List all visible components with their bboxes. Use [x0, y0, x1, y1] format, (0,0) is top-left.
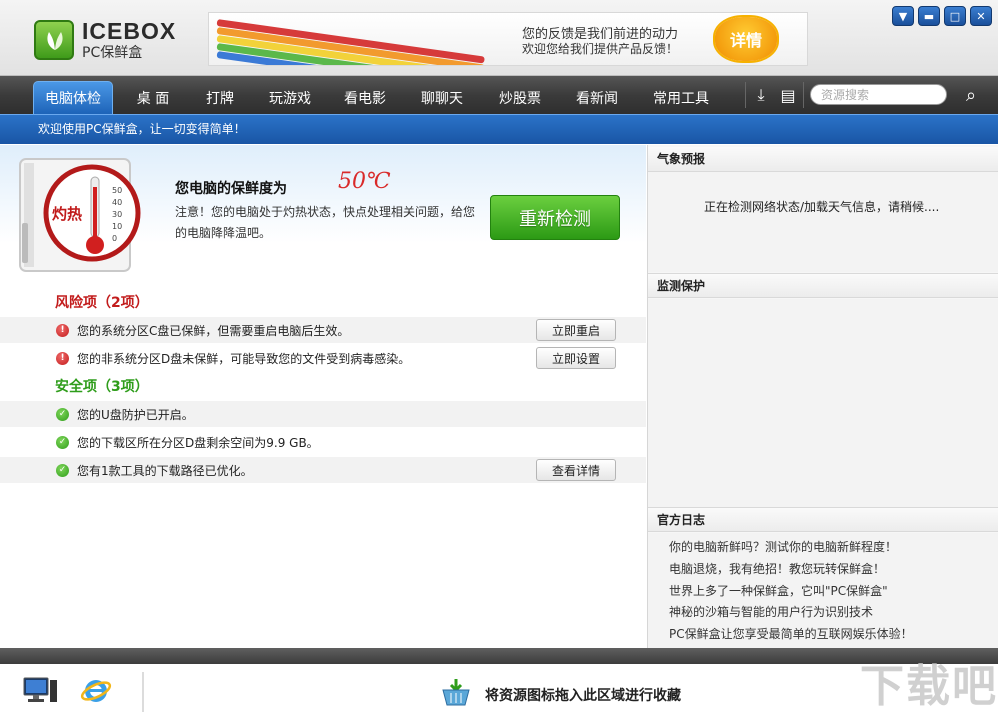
check-icon: ✓ — [56, 407, 69, 421]
detail-button[interactable]: 详情 — [715, 17, 777, 61]
warning-icon: ! — [56, 351, 69, 365]
log-title: 官方日志 — [648, 507, 998, 532]
safe-row: ✓ 您的下载区所在分区D盘剩余空间为9.9 GB。 — [0, 429, 646, 455]
side-panel: 气象预报 正在检测网络状态/加载天气信息，请稍候.... 监测保护 官方日志 你… — [647, 145, 998, 648]
weather-loading-text: 正在检测网络状态/加载天气信息，请稍候.... — [704, 200, 940, 214]
status-description: 注意！您的电脑处于灼热状态，快点处理相关问题，给您的电脑降降温吧。 — [175, 205, 476, 240]
watermark-logo: 下载吧 — [860, 661, 998, 712]
weather-body: 正在检测网络状态/加载天气信息，请稍候.... — [648, 172, 998, 272]
tab-desktop[interactable]: 桌 面 — [122, 81, 184, 114]
set-now-button[interactable]: 立即设置 — [536, 347, 616, 369]
log-link[interactable]: 电脑退烧，我有绝招！教您玩转保鲜盒！ — [669, 560, 885, 577]
tab-news[interactable]: 看新闻 — [565, 81, 629, 114]
internet-explorer-icon[interactable] — [80, 675, 112, 707]
tick-label: 40 — [112, 198, 123, 207]
fridge-thermometer-icon — [19, 158, 141, 272]
minimize-icon[interactable]: ▬ — [918, 6, 940, 26]
title-bar: ICEBOX PC保鲜盒 您的反馈是我们前进的动力 欢迎您给我们提供产品反馈！ … — [0, 0, 998, 76]
safe-section-title: 安全项（3项） — [55, 379, 149, 395]
temperature-value: 50℃ — [338, 169, 391, 194]
brand-subtitle: PC保鲜盒 — [82, 45, 143, 61]
safe-text: 您的下载区所在分区D盘剩余空间为9.9 GB。 — [77, 435, 319, 450]
tab-cards[interactable]: 打牌 — [192, 81, 248, 114]
dock-divider — [142, 672, 144, 712]
log-link[interactable]: 世界上多了一种保鲜盒，它叫"PC保鲜盒" — [669, 582, 888, 599]
dock-drop-hint: 将资源图标拖入此区域进行收藏 — [485, 688, 681, 704]
thermometer-scale: 50 40 30 10 0 — [112, 185, 122, 245]
recheck-button[interactable]: 重新检测 — [490, 195, 620, 240]
status-summary: 灼热 50 40 30 10 0 您电脑的保鲜度为 50℃ 注意！您的电脑处于灼… — [0, 145, 646, 285]
basket-icon — [442, 679, 470, 706]
feedback-banner[interactable]: 您的反馈是我们前进的动力 欢迎您给我们提供产品反馈！ 详情 — [208, 12, 808, 66]
bottom-divider-bar — [0, 648, 998, 664]
search-icon[interactable]: ⌕ — [956, 81, 986, 109]
tick-label: 50 — [112, 186, 123, 195]
safe-text: 您的U盘防护已开启。 — [77, 407, 194, 422]
maximize-icon[interactable]: □ — [944, 6, 966, 26]
log-link[interactable]: PC保鲜盒让您享受最简单的互联网娱乐体验！ — [669, 625, 913, 642]
banner-subline: 欢迎您给我们提供产品反馈！ — [522, 42, 679, 56]
tab-tools[interactable]: 常用工具 — [645, 81, 717, 114]
folder-icon[interactable]: ▤ — [775, 82, 801, 108]
tick-label: 0 — [112, 234, 118, 243]
tab-stocks[interactable]: 炒股票 — [488, 81, 552, 114]
monitor-title: 监测保护 — [648, 273, 998, 298]
brand-name: ICEBOX — [82, 18, 177, 44]
checkup-panel: 灼热 50 40 30 10 0 您电脑的保鲜度为 50℃ 注意！您的电脑处于灼… — [0, 145, 646, 648]
window-controls: ▼ ▬ □ ✕ — [892, 6, 992, 26]
welcome-strip: 欢迎使用PC保鲜盒，让一切变得简单！ — [0, 114, 998, 144]
download-icon[interactable]: ⤓ — [748, 82, 774, 108]
warning-icon: ! — [56, 323, 69, 337]
restart-now-button[interactable]: 立即重启 — [536, 319, 616, 341]
safe-text: 您有1款工具的下载路径已优化。 — [77, 463, 253, 478]
risk-text: 您的非系统分区D盘未保鲜，可能导致您的文件受到病毒感染。 — [77, 351, 411, 366]
log-link[interactable]: 你的电脑新鲜吗？测试你的电脑新鲜程度！ — [669, 538, 897, 555]
weather-title: 气象预报 — [648, 147, 998, 172]
check-icon: ✓ — [56, 463, 69, 477]
risk-row: ! 您的非系统分区D盘未保鲜，可能导致您的文件受到病毒感染。 立即设置 — [0, 345, 646, 371]
tick-label: 10 — [112, 222, 123, 231]
freshness-title: 您电脑的保鲜度为 — [175, 181, 287, 197]
risk-section-title: 风险项（2项） — [55, 295, 149, 311]
safe-row: ✓ 您有1款工具的下载路径已优化。 查看详情 — [0, 457, 646, 483]
close-icon[interactable]: ✕ — [970, 6, 992, 26]
computer-icon[interactable] — [22, 676, 58, 706]
menu-icon[interactable]: ▼ — [892, 6, 914, 26]
tab-chat[interactable]: 聊聊天 — [410, 81, 474, 114]
nav-divider — [803, 82, 804, 108]
view-details-button[interactable]: 查看详情 — [536, 459, 616, 481]
monitor-body — [648, 299, 998, 507]
nav-divider — [745, 82, 746, 108]
log-body: 你的电脑新鲜吗？测试你的电脑新鲜程度！ 电脑退烧，我有绝招！教您玩转保鲜盒！ 世… — [648, 533, 998, 648]
tab-games[interactable]: 玩游戏 — [258, 81, 322, 114]
tab-pc-checkup[interactable]: 电脑体检 — [33, 81, 113, 114]
safe-row: ✓ 您的U盘防护已开启。 — [0, 401, 646, 427]
check-icon: ✓ — [56, 435, 69, 449]
tab-movies[interactable]: 看电影 — [333, 81, 397, 114]
tick-label: 30 — [112, 210, 123, 219]
resource-search-input[interactable] — [810, 84, 947, 105]
icebox-logo-icon — [34, 20, 74, 60]
heat-badge: 灼热 — [52, 205, 83, 223]
risk-text: 您的系统分区C盘已保鲜，但需要重启电脑后生效。 — [77, 323, 350, 338]
log-link[interactable]: 神秘的沙箱与智能的用户行为识别技术 — [669, 603, 873, 620]
risk-row: ! 您的系统分区C盘已保鲜，但需要重启电脑后生效。 立即重启 — [0, 317, 646, 343]
